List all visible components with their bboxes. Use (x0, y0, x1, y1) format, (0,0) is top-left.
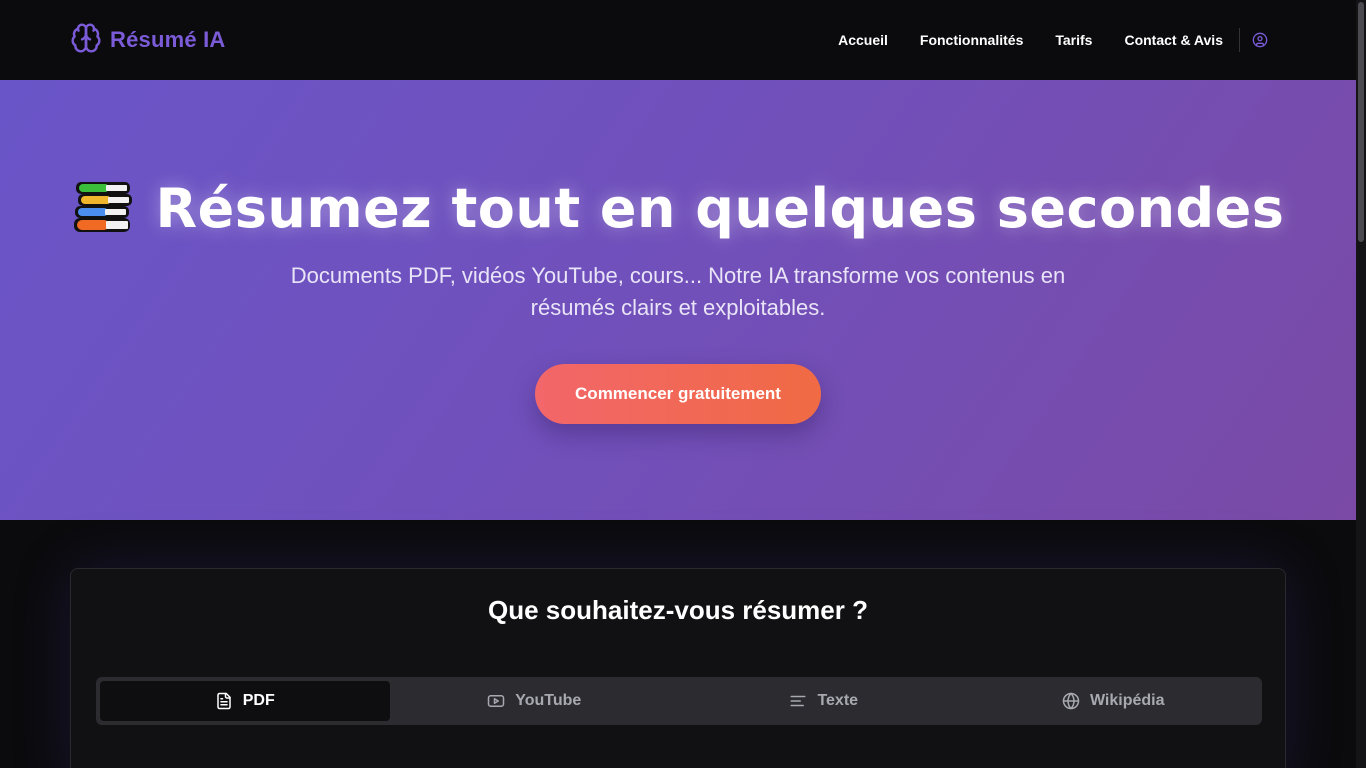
brain-icon (70, 22, 102, 59)
brand-logo[interactable]: Résumé IA (70, 22, 226, 59)
summarize-heading: Que souhaitez-vous résumer ? (488, 595, 868, 625)
hero-section: Résumez tout en quelques secondes Docume… (0, 80, 1356, 520)
tab-label: Wikipédia (1089, 692, 1165, 709)
source-tabs: PDF YouTube Texte Wikipédia (96, 677, 1262, 725)
summarize-card: Que souhaitez-vous résumer ? PDF YouTube (70, 568, 1286, 768)
youtube-icon (487, 692, 505, 710)
nav-divider (1239, 28, 1240, 52)
tab-wikipedia[interactable]: Wikipédia (969, 681, 1259, 721)
hero-title: Résumez tout en quelques secondes (155, 176, 1285, 240)
tab-label: Texte (817, 692, 859, 709)
brand-name: Résumé IA (110, 27, 226, 52)
tab-youtube[interactable]: YouTube (390, 681, 680, 721)
start-free-button[interactable]: Commencer gratuitement (535, 364, 821, 424)
nav-link-fonctionnalites[interactable]: Fonctionnalités (920, 27, 1023, 53)
nav-link-contact-avis[interactable]: Contact & Avis (1124, 27, 1223, 53)
tab-pdf[interactable]: PDF (100, 681, 390, 721)
user-circle-icon[interactable] (1252, 32, 1268, 48)
main-nav: Accueil Fonctionnalités Tarifs Contact &… (838, 27, 1268, 53)
hero-title-row: Résumez tout en quelques secondes (0, 176, 1356, 240)
nav-link-tarifs[interactable]: Tarifs (1055, 27, 1092, 53)
file-text-icon (215, 692, 233, 710)
tab-label: PDF (242, 692, 275, 709)
tab-label: YouTube (515, 692, 582, 709)
globe-icon (1062, 692, 1080, 710)
hero-subtitle: Documents PDF, vidéos YouTube, cours... … (290, 263, 1066, 320)
top-navbar: Résumé IA Accueil Fonctionnalités Tarifs… (0, 0, 1356, 80)
page-scrollbar[interactable] (1356, 0, 1366, 768)
nav-link-accueil[interactable]: Accueil (838, 27, 888, 53)
align-left-icon (789, 692, 807, 710)
tab-texte[interactable]: Texte (679, 681, 969, 721)
scrollbar-thumb[interactable] (1358, 2, 1364, 242)
books-icon (72, 176, 136, 240)
